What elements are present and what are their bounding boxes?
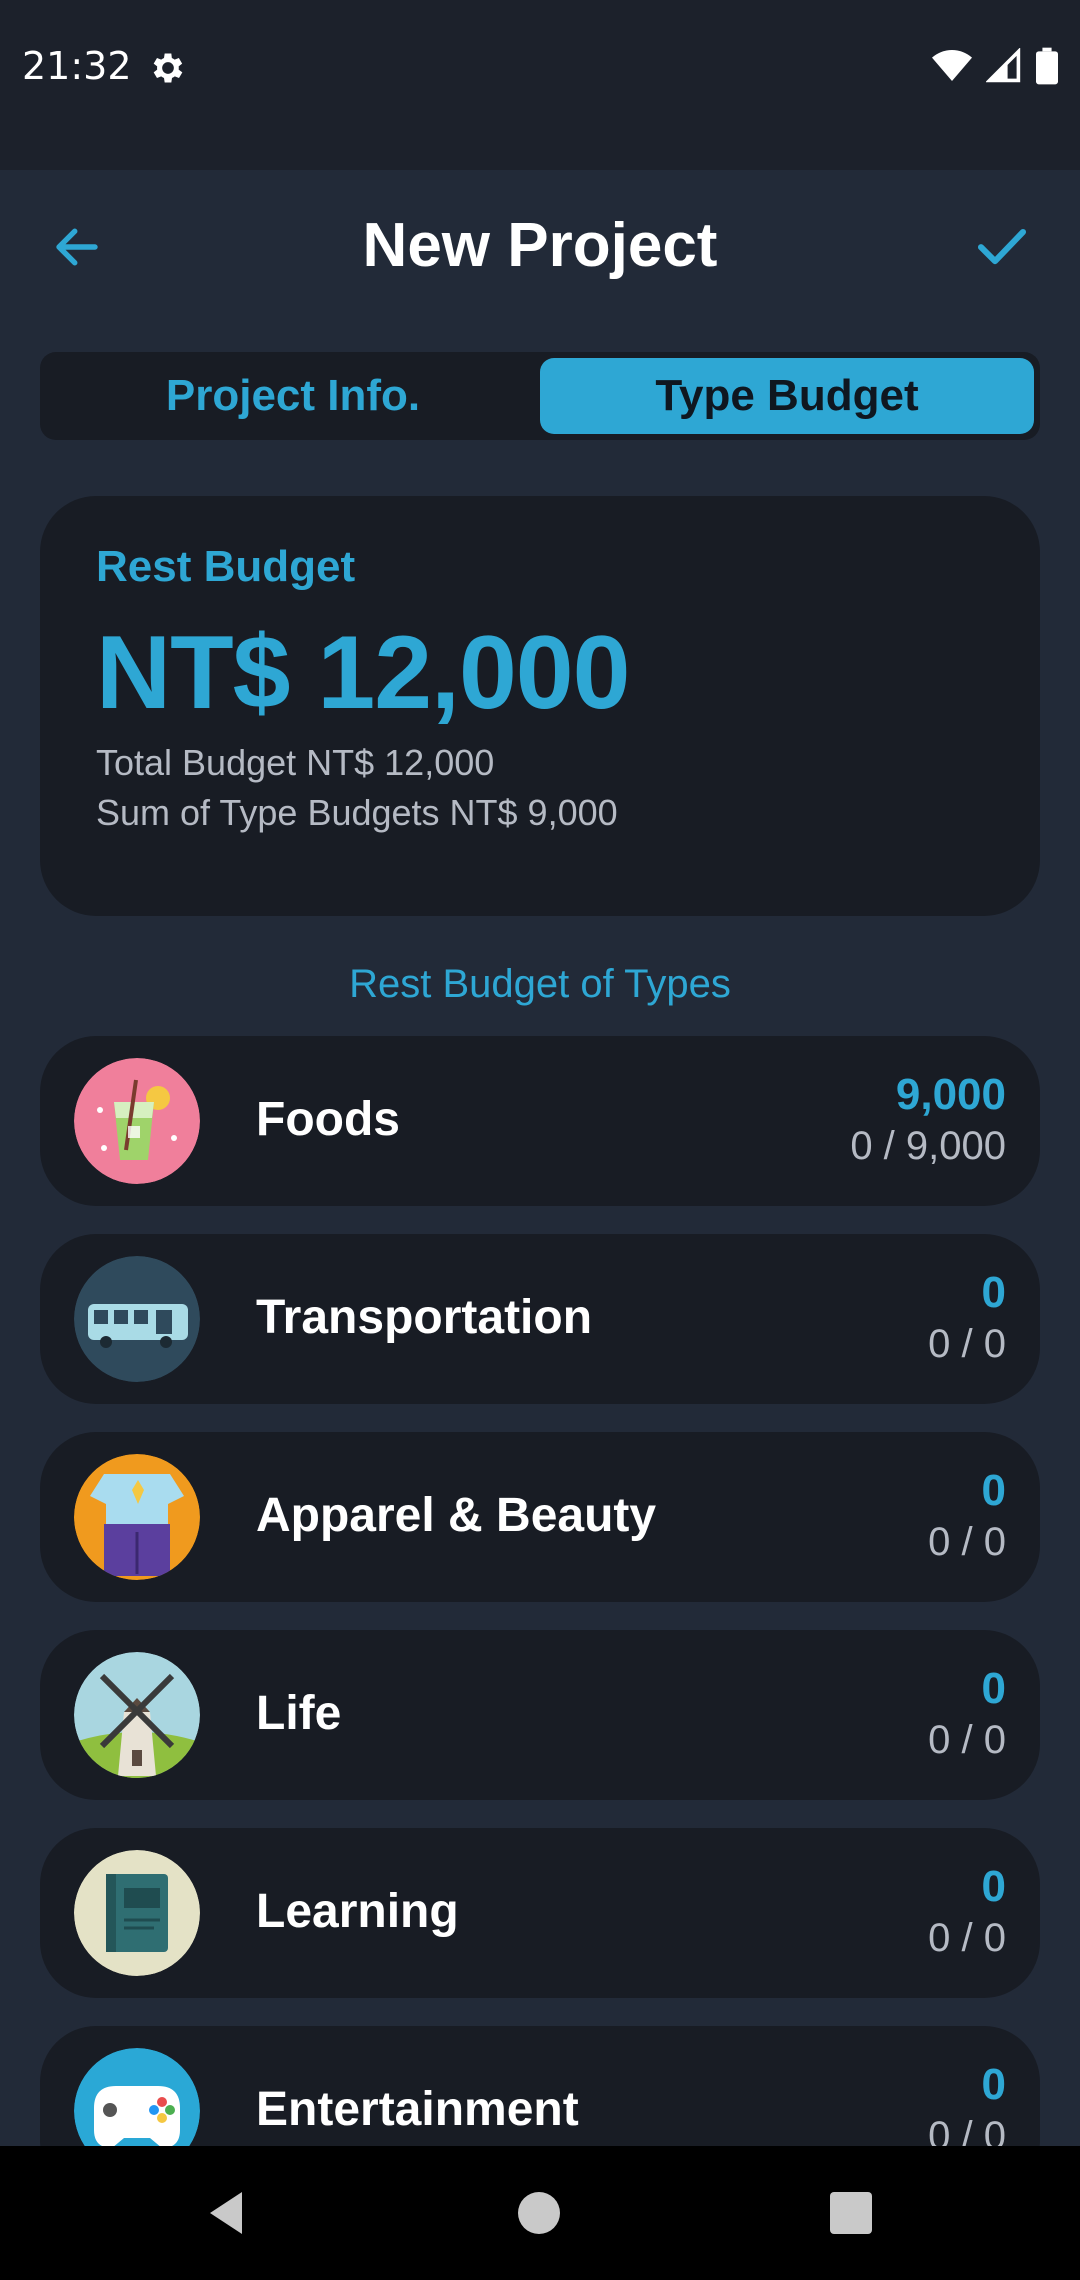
type-rest-amount: 0 — [981, 1664, 1006, 1713]
list-item-foods[interactable]: Foods 9,000 0 / 9,000 — [40, 1036, 1040, 1206]
type-budget-list: Foods 9,000 0 / 9,000 Transportation 0 0… — [40, 1036, 1040, 2146]
type-name: Transportation — [256, 1291, 593, 1344]
type-rest-amount: 0 — [981, 1466, 1006, 1515]
book-icon — [74, 1850, 200, 1976]
type-name: Life — [256, 1687, 342, 1740]
tab-type-budget[interactable]: Type Budget — [540, 358, 1034, 434]
type-spent-ratio: 0 / 0 — [928, 1916, 1006, 1960]
tab-bar: Project Info. Type Budget — [40, 352, 1040, 440]
type-spent-ratio: 0 / 9,000 — [850, 1124, 1006, 1168]
type-spent-ratio: 0 / 0 — [928, 2114, 1006, 2146]
types-section-header: Rest Budget of Types — [349, 962, 731, 1006]
type-spent-ratio: 0 / 0 — [928, 1718, 1006, 1762]
type-spent-ratio: 0 / 0 — [928, 1322, 1006, 1366]
type-name: Entertainment — [256, 2083, 579, 2136]
nav-recent-apps-icon[interactable] — [830, 2192, 872, 2234]
list-item-apparel-beauty[interactable]: Apparel & Beauty 0 0 / 0 — [40, 1432, 1040, 1602]
check-icon[interactable] — [974, 218, 1030, 274]
type-rest-amount: 0 — [981, 1268, 1006, 1317]
nav-back-icon[interactable] — [206, 2190, 246, 2236]
type-name: Foods — [256, 1093, 400, 1146]
signal-icon — [986, 48, 1021, 83]
rest-budget-value: NT$ 12,000 — [96, 615, 630, 731]
list-item-learning[interactable]: Learning 0 0 / 0 — [40, 1828, 1040, 1998]
type-name: Apparel & Beauty — [256, 1489, 657, 1542]
nav-home-icon[interactable] — [518, 2192, 560, 2234]
rest-budget-card: Rest Budget NT$ 12,000 Total Budget NT$ … — [40, 496, 1040, 916]
type-spent-ratio: 0 / 0 — [928, 1520, 1006, 1564]
type-name: Learning — [256, 1885, 459, 1938]
rest-budget-label: Rest Budget — [96, 542, 356, 591]
type-rest-amount: 0 — [981, 1862, 1006, 1911]
type-rest-amount: 0 — [981, 2060, 1006, 2109]
clothes-icon — [74, 1454, 200, 1580]
page-title: New Project — [362, 211, 718, 280]
list-item-life[interactable]: Life 0 0 / 0 — [40, 1630, 1040, 1800]
list-item-transportation[interactable]: Transportation 0 0 / 0 — [40, 1234, 1040, 1404]
gamepad-icon — [74, 2048, 200, 2146]
bus-icon — [74, 1256, 200, 1382]
status-time: 21:32 — [22, 44, 132, 88]
drink-icon — [74, 1058, 200, 1184]
total-budget-text: Total Budget NT$ 12,000 — [96, 742, 495, 783]
wifi-icon — [932, 50, 972, 81]
list-item-entertainment[interactable]: Entertainment 0 0 / 0 — [40, 2026, 1040, 2146]
battery-icon — [1036, 47, 1058, 85]
windmill-icon — [74, 1652, 200, 1778]
type-rest-amount: 9,000 — [895, 1070, 1006, 1119]
gear-icon — [153, 53, 183, 83]
system-icons — [932, 46, 1058, 86]
tab-project-info[interactable]: Project Info. — [46, 358, 540, 434]
status-bar: 21:32 — [0, 0, 1080, 170]
sum-type-budgets-text: Sum of Type Budgets NT$ 9,000 — [96, 792, 618, 833]
